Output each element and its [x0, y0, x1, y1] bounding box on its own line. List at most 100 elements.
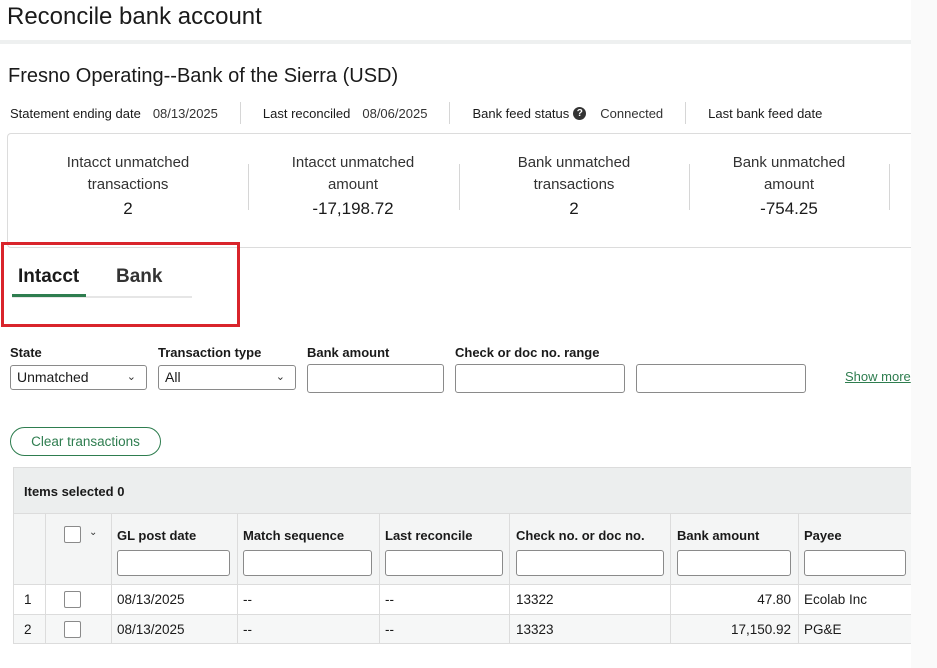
stat-bank-transactions: Bank unmatched transactions 2 [494, 152, 654, 220]
stat-label: amount [763, 176, 815, 193]
column-header-gl-post-date[interactable]: GL post date [117, 528, 196, 543]
stat-label: Intacct unmatched [291, 154, 415, 171]
table-header-row: ⌄ GL post date Match sequence Last recon… [14, 514, 911, 585]
column-header-match-sequence[interactable]: Match sequence [243, 528, 344, 543]
doc-no-filter[interactable] [516, 550, 664, 576]
last-bank-feed-date: Last bank feed date [708, 106, 856, 121]
stat-divider [889, 164, 890, 210]
type-select-value: All [165, 369, 181, 385]
column-header-last-reconcile[interactable]: Last reconcile [385, 528, 472, 543]
last-reconciled-value: 08/06/2025 [362, 105, 428, 121]
feed-status-label: Bank feed status [472, 105, 570, 121]
meta-divider [449, 102, 451, 124]
stat-label: Intacct unmatched [66, 154, 190, 171]
statement-ending-date: Statement ending date 08/13/2025 [10, 106, 240, 121]
bank-feed-status: Bank feed status ? Connected [472, 106, 685, 121]
last-reconciled: Last reconciled 08/06/2025 [263, 106, 450, 121]
stat-intacct-transactions: Intacct unmatched transactions 2 [48, 152, 208, 220]
column-divider [798, 514, 799, 643]
column-header-doc-no[interactable]: Check no. or doc no. [516, 528, 645, 543]
bank-amount-cell: 17,150.92 [730, 622, 791, 637]
match-sequence-cell: -- [243, 622, 252, 637]
doc-range-to-input[interactable] [636, 364, 806, 393]
column-divider [237, 514, 238, 643]
stat-label: Bank unmatched [517, 154, 631, 171]
row-number: 2 [24, 622, 32, 637]
feed-status-value: Connected [600, 105, 664, 121]
stat-value: 2 [123, 199, 133, 218]
statement-date-label: Statement ending date [10, 105, 141, 121]
type-filter-label: Transaction type [158, 345, 262, 360]
last-reconciled-label: Last reconciled [262, 105, 351, 121]
stat-label: transactions [87, 176, 169, 193]
row-checkbox[interactable] [64, 621, 81, 638]
stat-divider [689, 164, 690, 210]
column-divider [379, 514, 380, 643]
stat-value: -754.25 [760, 199, 818, 218]
stat-intacct-amount: Intacct unmatched amount -17,198.72 [273, 152, 433, 220]
bank-amount-filter-label: Bank amount [307, 345, 390, 360]
summary-card: Intacct unmatched transactions 2 Intacct… [7, 133, 911, 248]
last-feed-label: Last bank feed date [708, 105, 823, 121]
state-filter-label: State [10, 345, 42, 360]
account-meta-row: Statement ending date 08/13/2025 Last re… [10, 102, 911, 124]
state-select[interactable]: Unmatched ⌄ [10, 365, 147, 390]
stat-label: transactions [533, 176, 615, 193]
page-title: Reconcile bank account [7, 3, 262, 30]
stat-divider [248, 164, 249, 210]
stat-value: -17,198.72 [312, 199, 394, 218]
account-title: Fresno Operating--Bank of the Sierra (US… [8, 65, 399, 87]
table-row[interactable]: 2 08/13/2025 -- -- 13323 17,150.92 PG&E [14, 615, 911, 643]
clear-transactions-button[interactable]: Clear transactions [10, 427, 161, 456]
meta-divider [239, 102, 241, 124]
select-all-checkbox[interactable] [64, 526, 81, 543]
match-sequence-filter[interactable] [243, 550, 372, 576]
stat-label: amount [327, 176, 379, 193]
transaction-type-select[interactable]: All ⌄ [158, 365, 296, 390]
gl-post-date-filter[interactable] [117, 550, 230, 576]
statement-date-value: 08/13/2025 [152, 105, 218, 121]
stat-divider [459, 164, 460, 210]
page-header: Reconcile bank account [0, 0, 911, 44]
bank-amount-cell: 47.80 [757, 592, 791, 607]
column-divider [509, 514, 510, 643]
gl-post-date-cell: 08/13/2025 [117, 592, 185, 607]
doc-no-cell: 13322 [516, 592, 554, 607]
doc-range-from-input[interactable] [455, 364, 625, 393]
items-selected-count: Items selected 0 [24, 484, 125, 499]
chevron-down-icon[interactable]: ⌄ [89, 527, 97, 538]
column-header-payee[interactable]: Payee [804, 528, 842, 543]
right-gutter [911, 0, 937, 668]
row-checkbox[interactable] [64, 591, 81, 608]
stat-bank-amount: Bank unmatched amount -754.25 [709, 152, 869, 220]
last-reconcile-cell: -- [385, 592, 394, 607]
column-divider [111, 514, 112, 643]
chevron-down-icon: ⌄ [275, 371, 285, 383]
row-number: 1 [24, 592, 32, 607]
bank-amount-input[interactable] [307, 364, 444, 393]
payee-cell: PG&E [804, 622, 842, 637]
transactions-table: Items selected 0 ⌄ GL post date Match se… [13, 467, 911, 644]
tab-highlight-box [1, 242, 240, 327]
stat-value: 2 [569, 199, 579, 218]
bank-amount-filter[interactable] [677, 550, 791, 576]
last-reconcile-filter[interactable] [385, 550, 503, 576]
last-reconcile-cell: -- [385, 622, 394, 637]
column-divider [670, 514, 671, 643]
match-sequence-cell: -- [243, 592, 252, 607]
table-row[interactable]: 1 08/13/2025 -- -- 13322 47.80 Ecolab In… [14, 585, 911, 615]
help-icon[interactable]: ? [573, 106, 587, 120]
doc-range-filter-label: Check or doc no. range [455, 345, 600, 360]
payee-filter[interactable] [804, 550, 906, 576]
state-select-value: Unmatched [17, 369, 89, 385]
column-header-bank-amount[interactable]: Bank amount [677, 528, 759, 543]
doc-no-cell: 13323 [516, 622, 554, 637]
meta-divider [685, 102, 687, 124]
stat-label: Bank unmatched [732, 154, 846, 171]
chevron-down-icon: ⌄ [126, 371, 136, 383]
gl-post-date-cell: 08/13/2025 [117, 622, 185, 637]
column-divider [45, 514, 46, 643]
payee-cell: Ecolab Inc [804, 592, 868, 607]
items-selected-bar: Items selected 0 [14, 468, 911, 514]
show-more-link[interactable]: Show more [845, 369, 911, 384]
